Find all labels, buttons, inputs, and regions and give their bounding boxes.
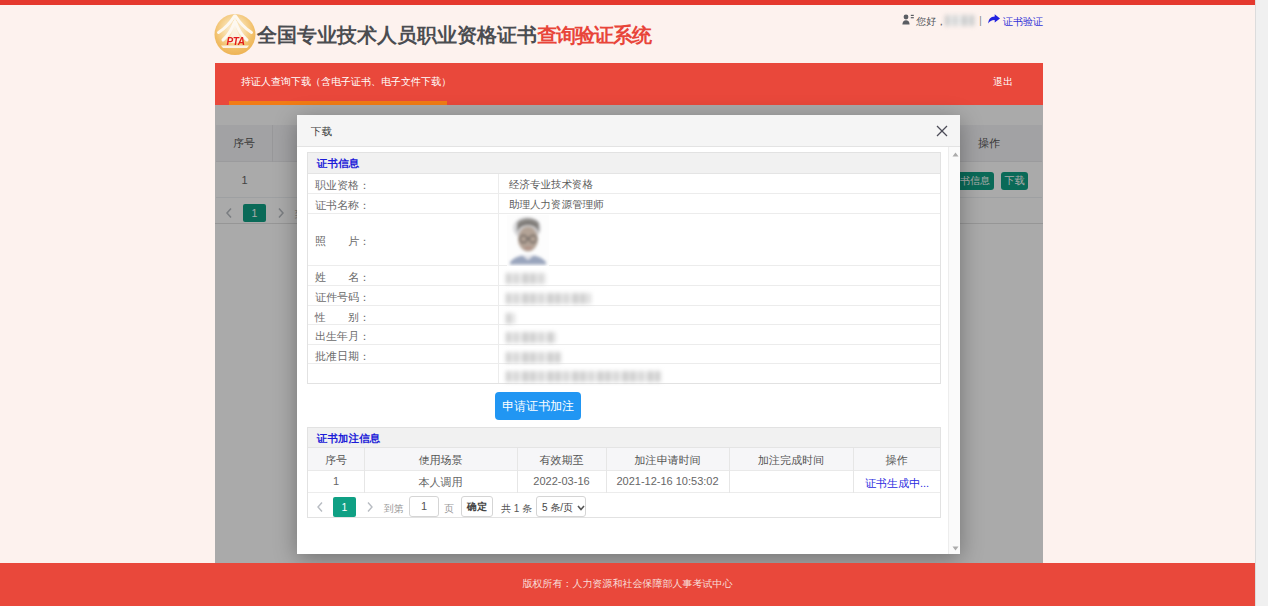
svg-text:PTA: PTA <box>227 36 245 47</box>
